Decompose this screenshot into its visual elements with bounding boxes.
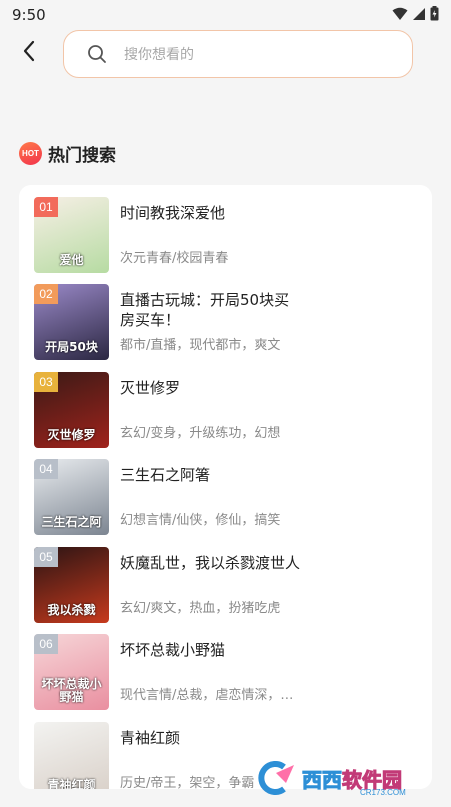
list-item[interactable]: 开局50块 02 直播古玩城：开局50块买房买车！ 都市/直播，现代都市，爽文 bbox=[34, 284, 414, 360]
hot-search-heading: HOT 热门搜索 bbox=[19, 141, 116, 166]
list-item[interactable]: 三生石之阿 04 三生石之阿箸幻想言情/仙侠，修仙，搞笑 bbox=[34, 459, 414, 535]
book-title: 坏坏总裁小野猫 bbox=[120, 641, 226, 659]
search-placeholder: 搜你想看的 bbox=[124, 47, 194, 63]
battery-icon bbox=[430, 5, 439, 25]
rank-badge: 01 bbox=[34, 197, 58, 217]
rank-badge: 02 bbox=[34, 284, 58, 304]
signal-icon bbox=[412, 6, 426, 25]
back-arrow-icon bbox=[22, 40, 36, 66]
book-title: 妖魔乱世，我以杀戮渡世人 bbox=[120, 554, 301, 572]
watermark-subtext: CR173.COM bbox=[360, 788, 406, 797]
book-cover-title: 开局50块 bbox=[45, 340, 98, 354]
list-item[interactable]: 坏坏总裁小野猫 06 坏坏总裁小野猫 现代言情/总裁，虐恋情深，宠文 bbox=[34, 634, 414, 710]
search-icon bbox=[86, 43, 108, 65]
book-tags: 幻想言情/仙侠，修仙，搞笑 bbox=[120, 513, 281, 528]
rank-badge: 04 bbox=[34, 459, 58, 479]
list-item[interactable]: 爱他 01 时间教我深爱他 次元青春/校园青春 bbox=[34, 197, 414, 273]
book-cover: 灭世修罗 03 bbox=[34, 372, 109, 448]
rank-badge: 03 bbox=[34, 372, 58, 392]
section-title: 热门搜索 bbox=[48, 146, 116, 166]
book-tags: 现代言情/总裁，虐恋情深，宠文 bbox=[120, 688, 295, 703]
book-title: 三生石之阿箸 bbox=[120, 466, 211, 484]
book-cover: 三生石之阿 04 bbox=[34, 459, 109, 535]
book-tags: 都市/直播，现代都市，爽文 bbox=[120, 338, 281, 353]
book-title: 青袖红颜 bbox=[120, 729, 181, 747]
book-cover: 坏坏总裁小野猫 06 bbox=[34, 634, 109, 710]
watermark-logo: 西西软件园 CR173.COM bbox=[252, 758, 430, 798]
back-button[interactable] bbox=[14, 38, 44, 68]
book-title: 时间教我深爱他 bbox=[120, 204, 226, 222]
book-cover: 青袖红颜 bbox=[34, 722, 109, 789]
book-cover-title: 三生石之阿 bbox=[41, 515, 102, 529]
book-title: 灭世修罗 bbox=[120, 379, 181, 397]
book-cover-title: 青袖红颜 bbox=[47, 778, 96, 790]
status-time: 9:50 bbox=[12, 6, 46, 24]
book-cover-title: 我以杀戮 bbox=[47, 603, 96, 617]
hot-icon: HOT bbox=[19, 142, 42, 165]
book-cover-title: 爱他 bbox=[59, 253, 84, 267]
book-cover: 开局50块 02 bbox=[34, 284, 109, 360]
book-tags: 玄幻/变身，升级练功，幻想 bbox=[120, 426, 281, 441]
book-tags: 玄幻/爽文，热血，扮猪吃虎 bbox=[120, 601, 281, 616]
book-cover: 爱他 01 bbox=[34, 197, 109, 273]
watermark-icon bbox=[252, 760, 302, 796]
book-title: 直播古玩城：开局50块买房买车！ bbox=[120, 291, 290, 329]
book-tags: 次元青春/校园青春 bbox=[120, 251, 229, 266]
status-icons bbox=[392, 5, 439, 25]
rank-badge: 06 bbox=[34, 634, 58, 654]
hot-search-list: 爱他 01 时间教我深爱他 次元青春/校园青春开局50块 02 直播古玩城：开局50块买房… bbox=[19, 185, 432, 789]
book-cover-title: 灭世修罗 bbox=[47, 428, 96, 442]
status-bar: 9:50 bbox=[0, 0, 451, 30]
book-cover: 我以杀戮 05 bbox=[34, 547, 109, 623]
wifi-icon bbox=[392, 6, 408, 25]
book-cover-title: 坏坏总裁小野猫 bbox=[41, 677, 102, 704]
rank-badge: 05 bbox=[34, 547, 58, 567]
search-input[interactable]: 搜你想看的 bbox=[63, 30, 413, 78]
header: 搜你想看的 bbox=[0, 28, 451, 82]
list-item[interactable]: 我以杀戮 05 妖魔乱世，我以杀戮渡世人 玄幻/爽文，热血，扮猪吃虎 bbox=[34, 547, 414, 623]
list-item[interactable]: 灭世修罗 03 灭世修罗 玄幻/变身，升级练功，幻想 bbox=[34, 372, 414, 448]
